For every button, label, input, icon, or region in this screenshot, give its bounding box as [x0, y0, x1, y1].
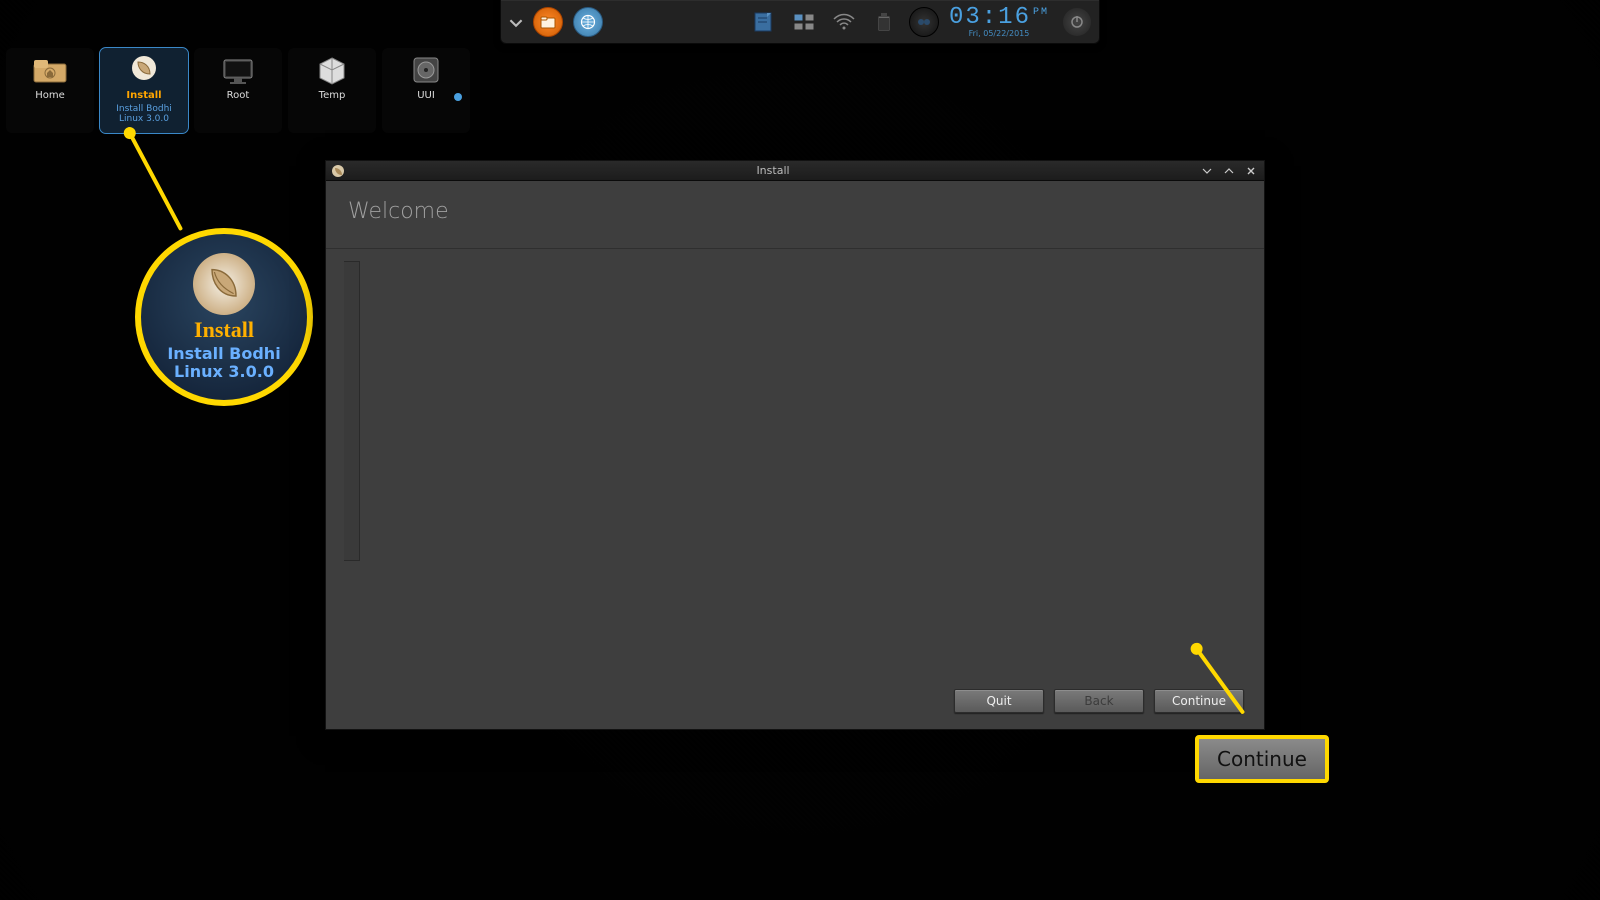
desktop-icon-label: Temp — [319, 90, 346, 101]
desktop-icon-root[interactable]: Root — [194, 48, 282, 133]
window-header-area: Welcome — [326, 181, 1264, 230]
shelf-menu-chevron-icon[interactable] — [509, 15, 523, 29]
clock-time: 03:16 PM — [949, 6, 1049, 30]
window-content-area — [326, 249, 1264, 679]
places-tray-icon[interactable] — [909, 7, 939, 37]
shelf-clock[interactable]: 03:16 PM Fri, 05/22/2015 — [949, 6, 1053, 38]
window-title: Install — [352, 164, 1194, 177]
quit-button[interactable]: Quit — [954, 689, 1044, 713]
desktop-icon-label: Home — [35, 90, 65, 101]
desktop-icons-row: Home Install Install Bodhi Linux 3.0.0 R… — [6, 48, 470, 133]
desktop-icon-label: Root — [227, 90, 250, 101]
clock-date: Fri, 05/22/2015 — [949, 30, 1049, 38]
notes-tray-icon[interactable] — [749, 7, 779, 37]
top-shelf: 03:16 PM Fri, 05/22/2015 — [500, 0, 1100, 44]
desktop-icon-label: UUI — [417, 90, 435, 101]
callout-title: Install — [194, 317, 254, 343]
page-heading: Welcome — [348, 199, 1242, 224]
desktop-icon-home[interactable]: Home — [6, 48, 94, 133]
desktop-icon-label-top: Install — [126, 90, 161, 101]
window-menu-button[interactable] — [1198, 164, 1216, 178]
bodhi-leaf-icon — [193, 253, 255, 315]
web-browser-launcher[interactable] — [573, 7, 603, 37]
disc-icon — [406, 54, 446, 86]
callout-zoom-install-icon: Install Install Bodhi Linux 3.0.0 — [135, 228, 313, 406]
callout-connector-line — [128, 132, 183, 231]
clock-suffix: PM — [1033, 8, 1049, 18]
desktop-icon-label-bottom: Install Bodhi Linux 3.0.0 — [104, 105, 184, 125]
language-list-fragment[interactable] — [344, 261, 360, 561]
window-titlebar[interactable]: Install — [326, 161, 1264, 181]
callout-subtitle: Install Bodhi Linux 3.0.0 — [141, 345, 307, 380]
installer-window: Install Welcome Quit Back Continue — [325, 160, 1265, 730]
back-button: Back — [1054, 689, 1144, 713]
power-button[interactable] — [1063, 8, 1091, 36]
window-button-row: Quit Back Continue — [326, 679, 1264, 729]
file-manager-launcher[interactable] — [533, 7, 563, 37]
monitor-icon — [218, 54, 258, 86]
desktop-icon-temp[interactable]: Temp — [288, 48, 376, 133]
desktop-icon-uui[interactable]: UUI — [382, 48, 470, 133]
activity-indicator-icon — [454, 93, 462, 101]
package-icon — [312, 54, 352, 86]
callout-continue-highlight: Continue — [1195, 735, 1329, 783]
window-switcher-tray-icon[interactable] — [789, 7, 819, 37]
folder-icon — [30, 54, 70, 86]
desktop-icon-install-bodhi[interactable]: Install Install Bodhi Linux 3.0.0 — [100, 48, 188, 133]
bodhi-leaf-icon — [124, 54, 164, 86]
window-app-icon — [330, 163, 346, 179]
window-minimize-button[interactable] — [1220, 164, 1238, 178]
window-close-button[interactable] — [1242, 164, 1260, 178]
clock-time-value: 03:16 — [949, 6, 1031, 30]
wifi-tray-icon[interactable] — [829, 7, 859, 37]
battery-tray-icon[interactable] — [869, 7, 899, 37]
